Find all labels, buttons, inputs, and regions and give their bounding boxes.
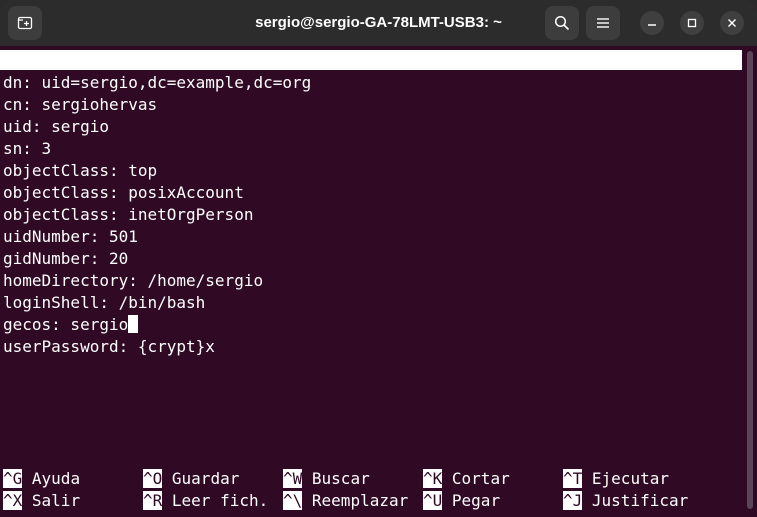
maximize-button[interactable] [680,11,704,35]
shortcut-key: ^U [423,491,443,510]
shortcut-key: ^W [283,469,303,488]
editor-line: objectClass: inetOrgPerson [3,205,254,224]
shortcut-help[interactable]: ^G Ayuda [3,468,80,490]
editor-line: dn: uid=sergio,dc=example,dc=org [3,73,312,92]
close-icon [728,19,736,27]
editor-line: gidNumber: 20 [3,249,129,268]
shortcut-cut[interactable]: ^K Cortar [423,468,510,490]
shortcut-key: ^G [3,469,23,488]
editor-line: sn: 3 [3,139,52,158]
shortcut-paste[interactable]: ^U Pegar [423,490,500,512]
shortcut-row: ^X Salir ^R Leer fich. ^\ Reemplazar ^U … [3,490,742,512]
shortcut-label: Cortar [451,469,510,488]
vertical-scrollbar[interactable] [743,47,757,513]
shortcut-read-file[interactable]: ^R Leer fich. [143,490,268,512]
editor-line: loginShell: /bin/bash [3,293,206,312]
close-button[interactable] [720,11,744,35]
shortcut-label: Pegar [451,491,501,510]
editor-line: userPassword: {crypt}x [3,337,215,356]
terminal-window: sergio@sergio-GA-78LMT-USB3: ~ GNU nano … [0,0,757,517]
shortcut-key: ^X [3,491,23,510]
hamburger-menu-icon [597,18,609,28]
shortcut-row: ^G Ayuda ^O Guardar ^W Buscar ^K Cortar … [3,468,742,490]
shortcut-key: ^K [423,469,443,488]
shortcut-justify[interactable]: ^J Justificar [563,490,688,512]
editor-line-text: gecos: sergio [3,315,129,334]
editor-buffer[interactable]: dn: uid=sergio,dc=example,dc=org cn: ser… [3,72,311,358]
minimize-icon [648,24,656,26]
shortcut-label: Leer fich. [171,491,269,510]
minimize-button[interactable] [640,11,664,35]
shortcut-key: ^J [563,491,583,510]
search-icon [554,15,570,31]
shortcut-key: ^T [563,469,583,488]
editor-line: uidNumber: 501 [3,227,138,246]
shortcut-label: Ejecutar [591,469,669,488]
editor-line: cn: sergiohervas [3,95,158,114]
editor-line: uid: sergio [3,117,109,136]
shortcut-label: Buscar [311,469,370,488]
shortcut-label: Ayuda [31,469,81,488]
shortcut-label: Justificar [591,491,689,510]
nano-header-bar: GNU nano 7.2 sergio.ldif * [0,50,742,109]
shortcut-search[interactable]: ^W Buscar [283,468,370,490]
maximize-icon [687,18,697,28]
menu-button[interactable] [586,6,620,40]
scrollbar-thumb[interactable] [747,51,753,509]
nano-filename: sergio.ldif * [342,90,468,109]
shortcut-label: Salir [31,491,81,510]
nano-shortcut-bar: ^G Ayuda ^O Guardar ^W Buscar ^K Cortar … [3,468,742,512]
shortcut-exit[interactable]: ^X Salir [3,490,80,512]
shortcut-label: Reemplazar [311,491,409,510]
title-bar[interactable]: sergio@sergio-GA-78LMT-USB3: ~ [0,0,757,46]
shortcut-replace[interactable]: ^\ Reemplazar [283,490,408,512]
text-cursor [128,315,139,333]
shortcut-save[interactable]: ^O Guardar [143,468,239,490]
shortcut-key: ^R [143,491,163,510]
editor-line-current: gecos: sergio [3,314,311,336]
search-button[interactable] [545,6,579,40]
shortcut-key: ^\ [283,491,303,510]
shortcut-label: Guardar [171,469,240,488]
editor-line: objectClass: posixAccount [3,183,244,202]
editor-line: homeDirectory: /home/sergio [3,271,264,290]
editor-line: objectClass: top [3,161,158,180]
shortcut-execute[interactable]: ^T Ejecutar [563,468,669,490]
terminal-area[interactable]: GNU nano 7.2 sergio.ldif * dn: uid=sergi… [0,47,742,513]
shortcut-key: ^O [143,469,163,488]
